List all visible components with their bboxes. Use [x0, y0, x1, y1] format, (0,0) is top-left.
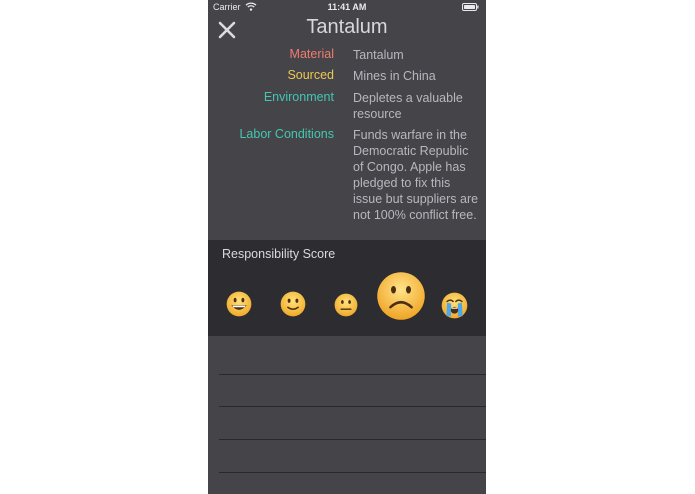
list-divider — [219, 374, 486, 375]
frowning-face-icon-selected[interactable] — [376, 271, 426, 321]
material-label: Material — [289, 47, 334, 61]
list-divider — [219, 472, 486, 473]
sourced-label: Sourced — [287, 68, 334, 82]
crying-face-icon[interactable] — [441, 292, 468, 319]
neutral-face-icon[interactable] — [334, 293, 358, 317]
grinning-face-icon[interactable] — [226, 291, 252, 317]
labor-conditions-label: Labor Conditions — [239, 127, 334, 141]
list-divider — [219, 406, 486, 407]
page-title: Tantalum — [306, 16, 388, 38]
status-bar: Carrier 11:41 AM — [208, 0, 486, 14]
environment-value: Depletes a valuable resource — [353, 91, 463, 121]
labor-conditions-value: Funds warfare in the Democratic Republic… — [353, 128, 479, 222]
responsibility-score-title: Responsibility Score — [222, 247, 336, 261]
app-screen: Carrier 11:41 AM Tantalum Material Tanta… — [208, 0, 486, 494]
status-time: 11:41 AM — [327, 2, 367, 12]
responsibility-score-panel: Responsibility Score — [208, 240, 486, 336]
environment-label: Environment — [263, 90, 334, 104]
sourced-value: Mines in China — [353, 69, 436, 83]
list-divider — [219, 439, 486, 440]
slightly-smiling-face-icon[interactable] — [280, 291, 306, 317]
battery-icon — [462, 3, 479, 11]
material-value: Tantalum — [353, 48, 404, 62]
